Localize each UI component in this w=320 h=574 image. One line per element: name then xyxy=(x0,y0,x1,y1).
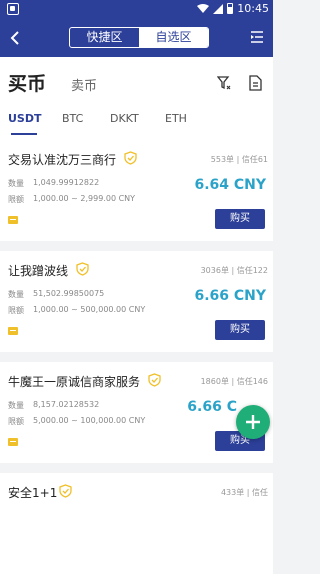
battery-icon xyxy=(227,3,234,14)
tab-quick-zone[interactable]: 快捷区 xyxy=(70,28,139,47)
verified-badge-icon xyxy=(59,484,72,498)
listing-card: 安全1+1 433单 | 信任 xyxy=(0,473,273,574)
status-bar: 10:45 xyxy=(0,0,273,19)
listing-card: 交易认准沈万三商行 553单 | 信任61 数量 1,049.99912822 … xyxy=(0,140,273,241)
add-listing-button[interactable] xyxy=(236,405,270,439)
limit-value: 1,000.00 ~ 2,999.00 CNY xyxy=(33,194,136,203)
quantity-value: 8,157.02128532 xyxy=(33,400,100,409)
tab-usdt[interactable]: USDT xyxy=(8,112,42,125)
limit-label: 限额 xyxy=(8,195,24,204)
notification-icon xyxy=(7,3,19,15)
sell-tab[interactable]: 卖币 xyxy=(71,75,97,94)
tab-dkkt[interactable]: DKKT xyxy=(110,112,139,125)
menu-icon[interactable] xyxy=(250,30,264,44)
merchant-name[interactable]: 安全1+1 xyxy=(8,484,57,501)
unit-price: 6.66 C xyxy=(187,399,237,415)
tab-eth[interactable]: ETH xyxy=(165,112,187,125)
filter-icon[interactable] xyxy=(217,76,231,90)
unit-price: 6.64 CNY xyxy=(194,177,266,193)
payment-method-icon xyxy=(8,438,18,446)
limit-label: 限额 xyxy=(8,306,24,315)
merchant-name[interactable]: 牛魔王一原诚信商家服务 xyxy=(8,373,140,390)
limit-value: 5,000.00 ~ 100,000.00 CNY xyxy=(33,416,146,425)
merchant-name[interactable]: 让我蹭波线 xyxy=(8,262,68,279)
status-time: 10:45 xyxy=(237,2,269,15)
listing-card: 牛魔王一原诚信商家服务 1860单 | 信任146 数量 8,157.02128… xyxy=(0,362,273,463)
order-list-icon[interactable] xyxy=(249,75,262,91)
wifi-icon xyxy=(197,4,210,13)
payment-method-icon xyxy=(8,216,18,224)
market-zone-switch: 快捷区 自选区 xyxy=(69,27,209,48)
trust-stats: 433单 | 信任 xyxy=(220,488,268,497)
status-indicators: 10:45 xyxy=(197,2,269,15)
nav-bar: 快捷区 自选区 xyxy=(0,19,273,57)
verified-badge-icon xyxy=(76,262,89,276)
trust-stats: 553单 | 信任61 xyxy=(210,155,268,164)
signal-icon xyxy=(213,3,224,14)
verified-badge-icon xyxy=(124,151,137,165)
page-header: 买币 卖币 USDT BTC DKKT ETH xyxy=(0,57,273,149)
trust-stats: 3036单 | 信任122 xyxy=(200,266,268,275)
merchant-name[interactable]: 交易认准沈万三商行 xyxy=(8,151,116,168)
listing-card: 让我蹭波线 3036单 | 信任122 数量 51,502.99850075 限… xyxy=(0,251,273,352)
active-tab-indicator xyxy=(11,133,37,135)
buy-tab[interactable]: 买币 xyxy=(8,69,46,96)
verified-badge-icon xyxy=(148,373,161,387)
quantity-label: 数量 xyxy=(8,401,24,410)
coin-tabs: USDT BTC DKKT ETH xyxy=(0,112,273,137)
payment-method-icon xyxy=(8,327,18,335)
limit-label: 限额 xyxy=(8,417,24,426)
quantity-value: 1,049.99912822 xyxy=(33,178,100,187)
buy-button[interactable]: 购买 xyxy=(215,209,265,229)
buy-button[interactable]: 购买 xyxy=(215,320,265,340)
quantity-value: 51,502.99850075 xyxy=(33,289,105,298)
plus-icon xyxy=(246,415,260,429)
limit-value: 1,000.00 ~ 500,000.00 CNY xyxy=(33,305,146,314)
chevron-left-icon[interactable] xyxy=(8,29,24,47)
quantity-label: 数量 xyxy=(8,290,24,299)
tab-btc[interactable]: BTC xyxy=(62,112,83,125)
unit-price: 6.66 CNY xyxy=(194,288,266,304)
trust-stats: 1860单 | 信任146 xyxy=(200,377,268,386)
quantity-label: 数量 xyxy=(8,179,24,188)
tab-optional-zone[interactable]: 自选区 xyxy=(139,28,208,47)
